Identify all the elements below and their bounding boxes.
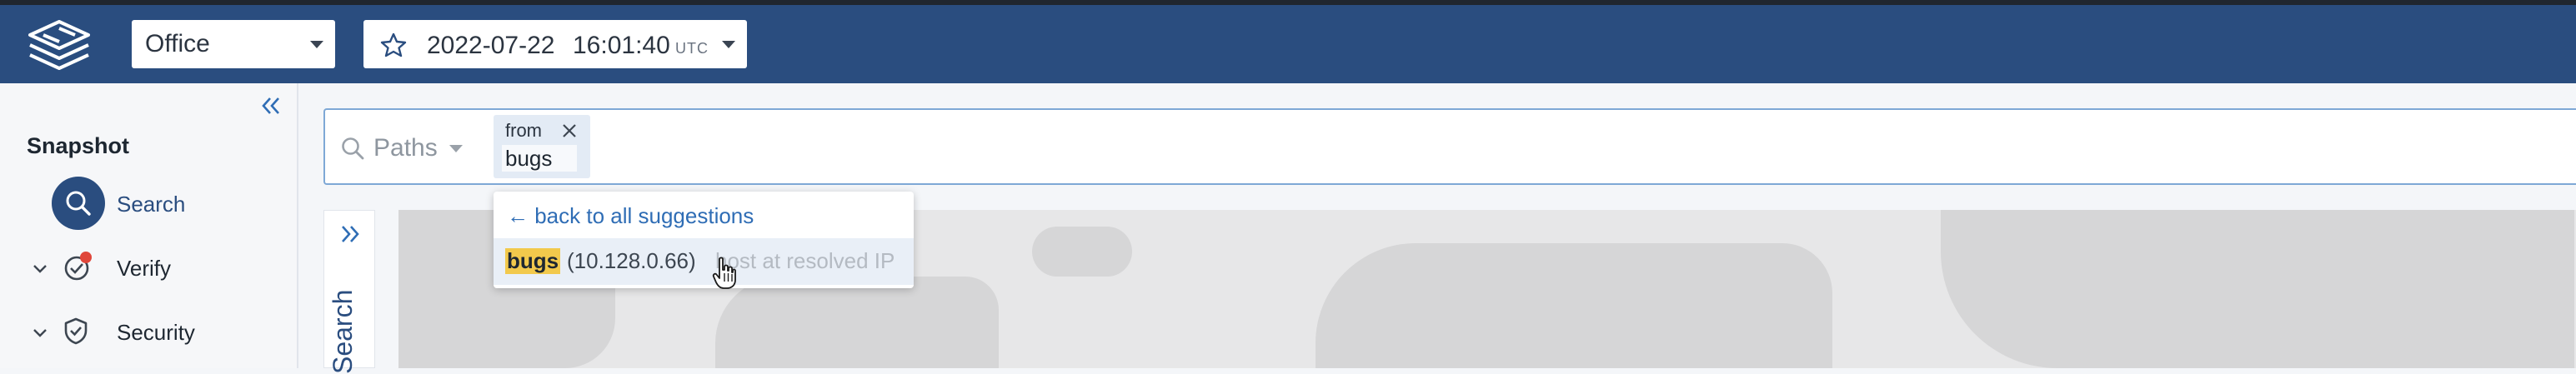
filter-chip-input[interactable]: bugs (502, 145, 577, 172)
network-select-value: Office (145, 30, 210, 57)
sidebar-item-search[interactable] (52, 177, 105, 230)
search-mode-dropdown[interactable]: Paths (340, 133, 463, 163)
sidebar-item-label[interactable]: Search (117, 192, 185, 217)
filter-chip[interactable]: from bugs (494, 115, 590, 178)
search-side-tab-label: Search (328, 289, 358, 374)
verify-icon (64, 252, 92, 281)
sidebar-title: Snapshot (27, 133, 130, 158)
chevron-down-icon[interactable] (32, 263, 48, 275)
chevron-down-icon (449, 144, 463, 152)
filter-chip-key: from (505, 120, 542, 141)
collapse-sidebar-icon[interactable] (260, 95, 282, 117)
suggestion-ip: (10.128.0.66) (567, 248, 696, 273)
snapshot-select[interactable]: 2022-07-22 16:01:40 UTC (363, 20, 747, 68)
search-mode-label: Paths (373, 134, 438, 162)
search-icon (66, 191, 91, 216)
snapshot-timezone: UTC (675, 40, 709, 57)
sidebar-item-label[interactable]: Verify (117, 256, 171, 282)
close-icon[interactable] (562, 123, 577, 138)
map-landmass (1032, 227, 1132, 277)
map-landmass (1316, 243, 1832, 368)
sidebar-item-label[interactable]: Security (117, 320, 195, 346)
snapshot-date: 2022-07-22 (427, 32, 555, 59)
search-side-tab[interactable]: Search (323, 210, 375, 374)
suggestion-description: host at resolved IP (715, 248, 895, 273)
snapshot-time: 16:01:40 (573, 32, 670, 59)
chevron-down-icon (722, 41, 735, 48)
shield-icon (64, 317, 88, 345)
star-icon[interactable] (380, 32, 407, 57)
search-bar[interactable]: Paths from bugs (323, 108, 2576, 185)
chevron-down-icon[interactable] (32, 327, 48, 339)
map-landmass (1941, 210, 2574, 368)
expand-panel-icon[interactable] (339, 224, 361, 244)
back-to-suggestions-link[interactable]: ← back to all suggestions (507, 203, 754, 229)
suggestions-dropdown: ← back to all suggestions bugs (10.128.0… (494, 192, 914, 288)
map-landmass (715, 277, 999, 368)
suggestion-name: bugs (505, 248, 561, 274)
app-logo-icon[interactable] (23, 17, 95, 73)
suggestion-item[interactable]: bugs (10.128.0.66) host at resolved IP (494, 238, 914, 285)
sidebar: Snapshot Search Verify Security (0, 83, 298, 368)
top-header: Office 2022-07-22 16:01:40 UTC (0, 5, 2576, 83)
hand-cursor-icon (712, 257, 736, 289)
network-select[interactable]: Office (132, 20, 335, 68)
chevron-down-icon (310, 41, 323, 48)
search-icon (342, 137, 364, 160)
